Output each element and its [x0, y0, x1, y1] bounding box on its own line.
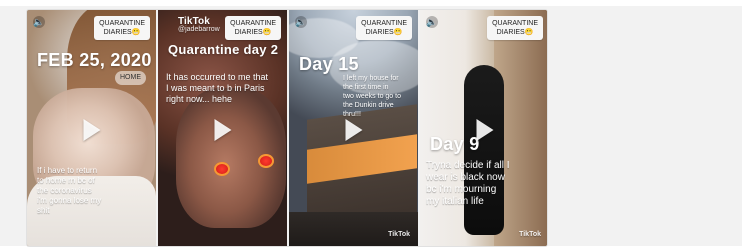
tiktok-video-card[interactable]: TikTok @jadebarrow QUARANTINE DIARIES😬 Q… — [158, 10, 287, 246]
red-dot — [258, 154, 274, 168]
quarantine-diaries-badge: QUARANTINE DIARIES😬 — [487, 16, 543, 40]
tiktok-video-card[interactable]: 🔈 QUARANTINE DIARIES😬 Day 9 Tryna decide… — [420, 10, 547, 246]
quarantine-diaries-badge: QUARANTINE DIARIES😬 — [356, 16, 412, 40]
quarantine-diaries-badge: QUARANTINE DIARIES😬 — [225, 16, 281, 40]
video-title: Day 9 — [430, 134, 480, 154]
volume-icon[interactable]: 🔈 — [33, 16, 45, 28]
video-caption: Tryna decide if all I wear is black now … — [426, 160, 510, 207]
username: @jadebarrow — [178, 26, 220, 33]
volume-icon[interactable]: 🔈 — [426, 16, 438, 28]
tiktok-watermark: TikTok — [388, 231, 410, 238]
video-title: FEB 25, 2020 — [37, 50, 152, 70]
ground-shape — [289, 212, 418, 246]
tiktok-watermark: TikTok — [519, 231, 541, 238]
tiktok-video-card[interactable]: 🔈 QUARANTINE DIARIES😬 FEB 25, 2020 HOME … — [27, 10, 156, 246]
viewport: 🔈 QUARANTINE DIARIES😬 FEB 25, 2020 HOME … — [0, 0, 742, 248]
red-dot — [214, 162, 230, 176]
play-icon[interactable] — [345, 119, 362, 141]
home-pill: HOME — [115, 71, 146, 85]
video-title: Day 15 — [299, 54, 359, 74]
tiktok-screenshot-strip: 🔈 QUARANTINE DIARIES😬 FEB 25, 2020 HOME … — [27, 10, 547, 246]
play-icon[interactable] — [83, 119, 100, 141]
video-title: Quarantine day 2 — [168, 42, 279, 57]
video-caption: If i have to return to home rn bc of the… — [37, 166, 102, 215]
tiktok-video-card[interactable]: 🔈 QUARANTINE DIARIES😬 Day 15 I left my h… — [289, 10, 418, 246]
play-icon[interactable] — [214, 119, 231, 141]
volume-icon[interactable]: 🔈 — [295, 16, 307, 28]
video-caption: It has occurred to me that I was meant t… — [166, 72, 269, 104]
play-icon[interactable] — [476, 119, 493, 141]
quarantine-diaries-badge: QUARANTINE DIARIES😬 — [94, 16, 150, 40]
video-caption: I left my house for the first time in tw… — [343, 75, 401, 118]
